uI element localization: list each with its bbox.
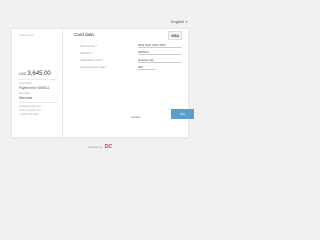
pay-button[interactable]: Pay: [171, 109, 194, 119]
payment-card: Total amount USD3,645.00 Description Pay…: [12, 29, 194, 137]
language-label: English: [170, 19, 185, 24]
contact-line: info@example.com: [19, 105, 42, 108]
footer: Powered by DC: [0, 144, 200, 150]
chevron-down-icon: ▼: [185, 19, 188, 24]
amount-value: 3,645.00: [27, 71, 51, 77]
total-amount-label: Total amount: [19, 34, 34, 37]
cvv-label: Card verification value *: [80, 66, 108, 69]
contact-line: www.example.com: [19, 109, 41, 112]
brand-logo: DC: [104, 144, 112, 150]
valid-thru-label: Valid thru *: [80, 52, 93, 55]
cardholder-field[interactable]: Nombre Tarj: [138, 58, 182, 63]
powered-by-text: Powered by: [87, 145, 103, 149]
cancel-button[interactable]: Cancel: [131, 115, 140, 119]
order-summary: Total amount USD3,645.00 Description Pay…: [12, 29, 63, 137]
card-number-field[interactable]: 4011 0101 0101 0007: [138, 43, 182, 48]
total-amount: USD3,645.00: [19, 71, 51, 77]
merchant-label: Merchant: [19, 92, 30, 95]
description-value: Payment for 0000011: [19, 86, 50, 90]
card-number-label: Card number *: [80, 45, 97, 48]
visa-logo: VISA: [168, 31, 182, 40]
valid-thru-field[interactable]: 05/2023: [138, 50, 182, 55]
contact-line: +1 555 000 0000: [19, 113, 39, 116]
description-label: Description: [19, 82, 32, 85]
language-selector[interactable]: English ▼: [171, 19, 188, 24]
cvv-field[interactable]: 000: [138, 65, 156, 70]
cardholder-label: Cardholder's name *: [80, 59, 104, 62]
form-title: Card data: [74, 32, 94, 37]
merchant-value: Merchant: [19, 96, 33, 100]
currency-code: USD: [19, 72, 27, 76]
